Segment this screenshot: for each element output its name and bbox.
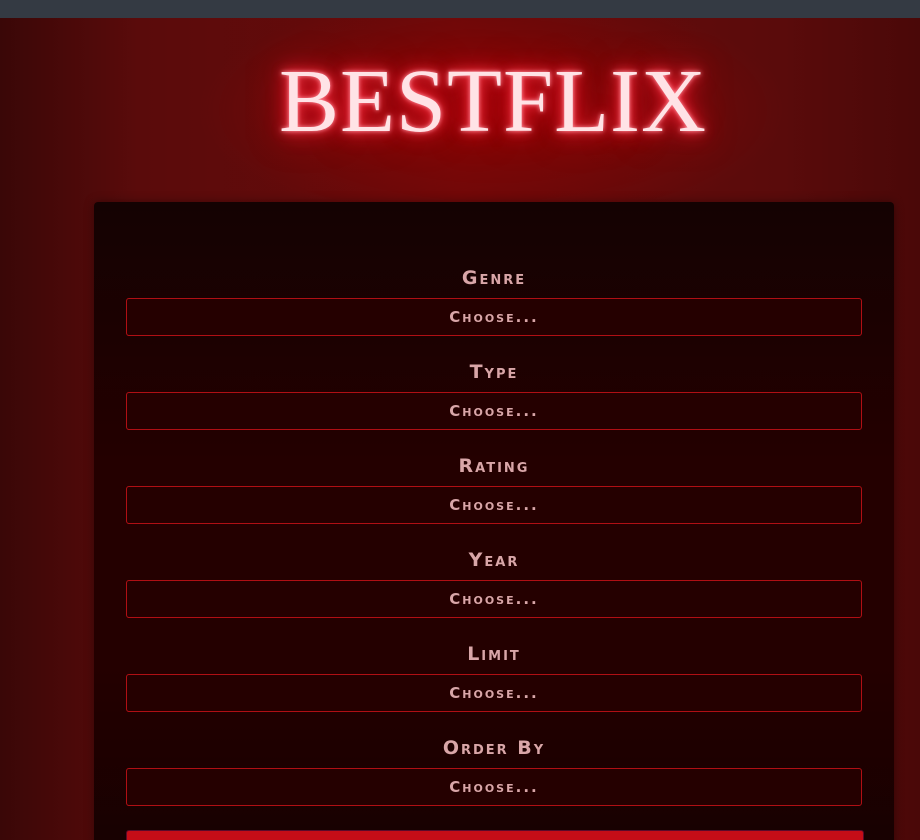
browser-top-bar bbox=[0, 0, 920, 18]
type-select[interactable]: Choose... bbox=[126, 392, 862, 430]
site-logo: BESTFLIX bbox=[278, 52, 708, 151]
rating-label: Rating bbox=[458, 455, 530, 477]
submit-button[interactable] bbox=[126, 830, 864, 840]
limit-label: Limit bbox=[467, 643, 521, 665]
order-by-select[interactable]: Choose... bbox=[126, 768, 862, 806]
order-by-label: Order By bbox=[442, 737, 546, 759]
limit-select[interactable]: Choose... bbox=[126, 674, 862, 712]
filter-panel: Genre Choose... Type Choose... Rating Ch… bbox=[94, 202, 894, 840]
year-label: Year bbox=[468, 549, 520, 571]
type-label: Type bbox=[469, 361, 519, 383]
year-select[interactable]: Choose... bbox=[126, 580, 862, 618]
genre-select[interactable]: Choose... bbox=[126, 298, 862, 336]
rating-select[interactable]: Choose... bbox=[126, 486, 862, 524]
genre-label: Genre bbox=[461, 267, 527, 289]
